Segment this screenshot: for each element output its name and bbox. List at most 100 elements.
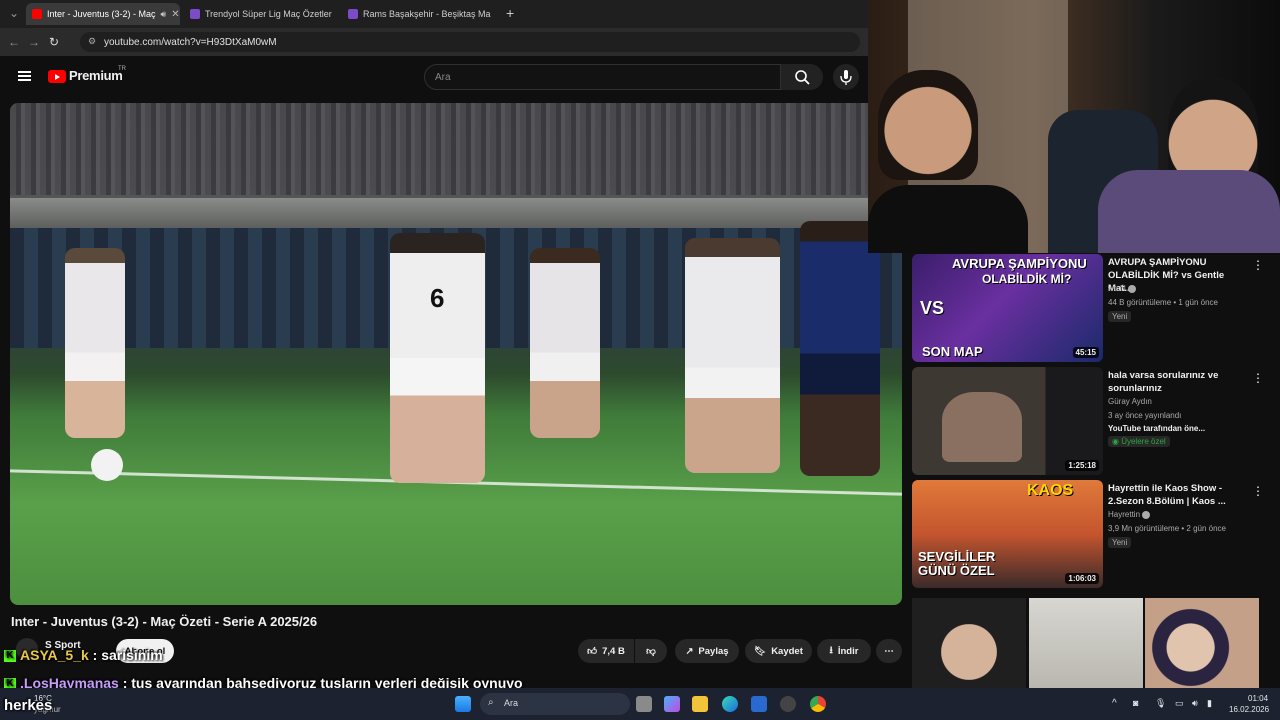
store-icon[interactable] [751,696,767,712]
chat-message: K ASYA_5_k : sarisinim [4,647,163,663]
file-explorer-icon[interactable] [692,696,708,712]
recommendation-title[interactable]: Hayrettin ile Kaos Show - 2.Sezon 8.Bölü… [1108,482,1248,508]
search-icon: ⌕ [488,697,494,708]
new-tab-plus-icon[interactable]: + [506,5,514,21]
thumb-text: KAOS [1027,482,1074,499]
thumb-text: OLABİLDİK Mİ? [982,272,1072,286]
tab-favicon-icon [190,9,200,19]
youtube-logo-icon[interactable] [48,70,66,83]
app-icon[interactable] [780,696,796,712]
site-info-icon[interactable]: ⚙︎ [88,36,96,47]
save-label: Kaydet [771,645,803,657]
more-options-icon[interactable]: ⋮ [1252,371,1264,385]
dislike-button[interactable]: 👎︎ [635,639,667,663]
region-code: TR [118,66,126,72]
volume-icon[interactable]: 🔊︎ [1192,698,1198,709]
network-icon[interactable]: ▭ [1175,698,1184,709]
battery-icon[interactable]: ▮ [1207,698,1212,709]
tab-trendyol[interactable]: Trendyol Süper Lig Maç Özetler ✕ [184,3,338,25]
copilot-icon[interactable] [664,696,680,712]
thumb-text: SEVGİLİLER GÜNÜ ÖZEL [918,549,996,578]
clock-time[interactable]: 01:04 [1248,694,1268,703]
share-button[interactable]: ↗ Paylaş [675,639,739,663]
more-options-icon[interactable]: ⋮ [1252,258,1264,272]
tray-chevron-icon[interactable]: ^ [1112,698,1117,709]
verified-icon [1127,284,1136,293]
recommendation-title[interactable]: hala varsa sorularınız ve sorunlarınız [1108,369,1248,395]
thumb-text: VS [920,298,945,318]
back-arrow-icon[interactable]: ← [4,35,24,49]
juventus-player [65,248,125,438]
recommendation-thumbnail[interactable]: AVRUPA ŞAMPİYONU OLABİLDİK Mİ? VS SON MA… [912,254,1103,362]
jersey-number: 6 [430,283,445,313]
youtube-premium-wordmark[interactable]: Premium [69,68,123,83]
members-icon: ◉ [1112,437,1122,446]
taskbar-search[interactable]: ⌕ Ara [480,693,630,715]
juventus-player [530,248,600,438]
close-tab-icon[interactable]: ✕ [171,9,179,20]
stadium-roof [10,198,902,228]
forward-arrow-icon[interactable]: → [24,35,44,49]
task-view-icon[interactable] [636,696,652,712]
reload-icon[interactable]: ↻ [44,35,64,49]
windows-taskbar: 16°C yağmur ⌕ Ara ^ ◙ 🎙︎ ▭ 🔊︎ ▮ 01:04 16… [0,688,1280,720]
menu-hamburger-icon[interactable] [18,71,31,73]
more-actions-button[interactable]: ⋯ [876,639,902,663]
tab-list-chevron-icon[interactable]: ⌄ [4,6,24,20]
recommendation-card[interactable]: 1:25:18 hala varsa sorularınız ve sorunl… [912,367,1272,475]
guest-webcam-3 [1145,598,1259,688]
recommendation-card[interactable]: AVRUPA ŞAMPİYONU OLABİLDİK Mİ? VS SON MA… [912,254,1272,362]
close-tab-icon[interactable]: ✕ [337,9,338,20]
edge-icon[interactable] [722,696,738,712]
download-label: İndir [837,645,859,657]
streamer-left-face [878,70,978,180]
recommendation-channel[interactable]: Güray Aydın [1108,397,1152,406]
featured-note: YouTube tarafından öne... [1108,424,1206,433]
channel-name: wtcN [1108,284,1126,293]
tab-inter-juventus[interactable]: Inter - Juventus (3-2) - Maç 🔊︎ ✕ [26,3,180,25]
thumb-person [942,392,1022,462]
members-only-label: Üyelere özel [1121,437,1166,446]
thumbs-up-icon: 👍︎ [587,646,598,657]
download-icon: ⭳ [829,645,833,656]
recommendation-thumbnail[interactable]: KAOS SEVGİLİLER GÜNÜ ÖZEL 1:06:03 [912,480,1103,588]
share-label: Paylaş [698,645,729,657]
more-options-icon[interactable]: ⋮ [1252,484,1264,498]
audio-icon[interactable]: 🔊︎ [161,9,167,20]
url-text: youtube.com/watch?v=H93DtXaM0wM [104,36,277,48]
recommendation-channel[interactable]: Hayrettin [1108,510,1151,519]
browser-address-bar: ← → ↻ ⚙︎ youtube.com/watch?v=H93DtXaM0wM [0,28,868,56]
download-button[interactable]: ⭳ İndir [817,639,871,663]
like-button[interactable]: 👍︎ 7,4 B [578,639,634,663]
chat-username: herkes [4,697,53,714]
windows-start-icon[interactable] [455,696,471,712]
stadium-crowd [10,103,902,195]
browser-tab-bar: ⌄ Inter - Juventus (3-2) - Maç 🔊︎ ✕ Tren… [0,0,868,28]
search-input[interactable]: Ara [424,64,781,90]
discord-tray-icon[interactable]: ◙ [1133,698,1138,708]
video-duration: 1:25:18 [1065,460,1099,471]
kick-badge-icon: K [4,650,16,663]
tab-title: Rams Başakşehir - Beşiktaş Ma [363,9,491,19]
share-icon: ↗ [685,645,694,657]
microphone-tray-icon[interactable]: 🎙︎ [1155,698,1166,709]
voice-search-button[interactable] [833,64,859,90]
video-player[interactable]: 6 [10,103,902,605]
recommendation-thumbnail[interactable]: 1:25:18 [912,367,1103,475]
save-button[interactable]: 🔖︎ Kaydet [745,639,812,663]
search-button[interactable] [781,64,823,90]
video-duration: 1:06:03 [1065,573,1099,584]
recommendation-meta: 3,9 Mn görüntüleme • 2 gün önce [1108,524,1226,533]
guest-webcam-1 [912,598,1026,688]
chrome-icon[interactable] [810,696,826,712]
recommendation-card[interactable]: KAOS SEVGİLİLER GÜNÜ ÖZEL 1:06:03 Hayret… [912,480,1272,588]
clock-date[interactable]: 16.02.2026 [1229,705,1269,714]
chat-message: herkes [4,697,52,714]
tab-rams-besiktas[interactable]: Rams Başakşehir - Beşiktaş Ma ✕ [342,3,496,25]
recommendation-meta: 44 B görüntüleme • 1 gün önce [1108,298,1218,307]
url-field[interactable]: ⚙︎ youtube.com/watch?v=H93DtXaM0wM [80,32,860,52]
recommendation-channel[interactable]: wtcN [1108,284,1136,293]
chat-text: : sarisinim [92,647,163,663]
streamer-left-body [868,185,1028,253]
youtube-favicon-icon [32,9,42,19]
